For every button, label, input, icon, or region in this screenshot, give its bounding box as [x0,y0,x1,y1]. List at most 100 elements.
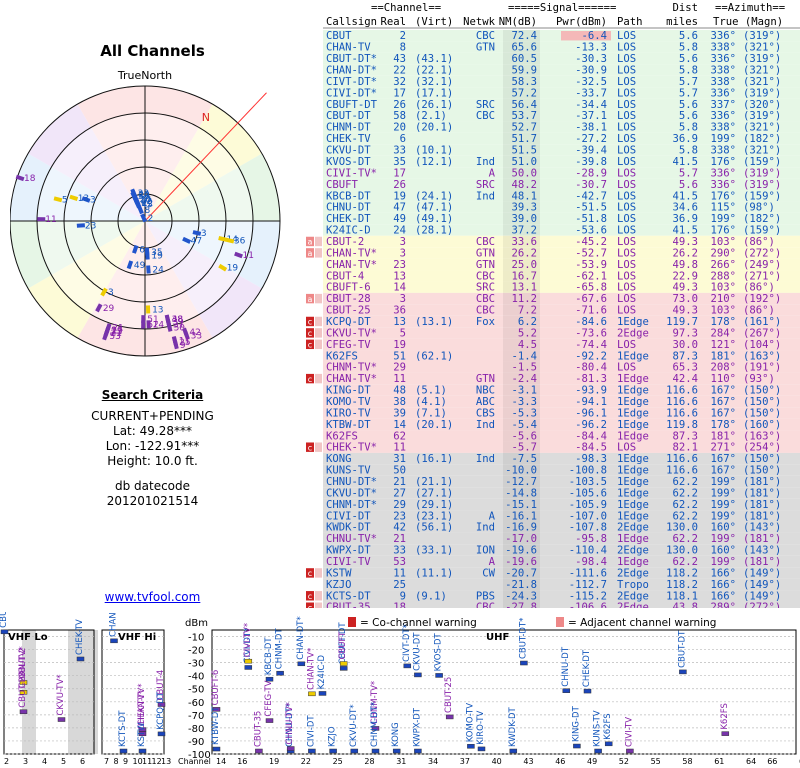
tvfool-link[interactable]: www.tvfool.com [0,590,305,604]
table-row[interactable]: CIVT-DT* 32 (32.1) 58.3 -32.5 LOS 5.7 338° (321°… [323,75,800,88]
table-row[interactable]: KZJO 25 -21.8 -112.7 Tropo 118.2 166° (149°) [323,578,800,591]
cell-pwr: -81.3 [575,373,607,385]
cell-virt: (4.1) [415,396,447,408]
warning-letter: c [308,603,312,608]
table-row[interactable]: c KCTS-DT 9 (9.1) PBS -24.3 -115.2 2Edge 118.1 16… [306,590,800,602]
table-row[interactable]: CIVI-TV 53 A -19.6 -98.4 1Edge 62.2 199° (181°) [323,555,800,568]
table-row[interactable]: CIVI-DT* 17 (17.1) 57.2 -33.7 LOS 5.7 336° (319°… [323,87,800,99]
table-row[interactable]: CHAN-TV* 23 GTN 25.0 -53.9 LOS 49.8 266° (249°) [323,258,800,271]
table-row[interactable]: KUNS-TV 50 -10.0 -100.8 1Edge 116.6 167° (150°) [323,464,800,477]
legend-cochannel-text: = Co-channel warning [360,617,477,629]
table-row[interactable]: CHAN-DT* 22 (22.1) 59.9 -30.9 LOS 5.8 338° (321°… [323,64,800,77]
cell-path: 2Edge [617,567,649,579]
cell-real: 22 [393,65,406,77]
table-row[interactable]: c CFEG-TV 19 4.5 -74.4 LOS 30.0 121° (104°) [306,338,800,351]
cell-azimuth-true: 115° [710,202,736,214]
table-row[interactable]: a CBUT-28 3 CBC 11.2 -67.6 LOS 73.0 210° (192°) [306,292,800,305]
table-row[interactable]: CKVU-DT 33 (10.1) 51.5 -39.4 LOS 5.8 338° (321°) [323,144,800,157]
cell-path: LOS [617,282,636,294]
table-row[interactable]: CIVI-TV* 17 A 50.0 -28.9 LOS 5.7 336° (319°) [323,167,800,179]
cell-nm: -5.3 [511,407,537,419]
cell-virt: (21.1) [415,476,453,488]
col-pwr: Pwr(dBm) [556,16,607,28]
cell-callsign: CHEK-DT [326,213,371,225]
table-row[interactable]: KOMO-TV 38 (4.1) ABC -3.3 -94.1 1Edge 116.6 167°… [323,395,800,408]
cell-real: 13 [393,316,406,328]
cell-pwr: -39.8 [575,156,607,168]
table-row[interactable]: c KCPQ-DT 13 (13.1) Fox 6.2 -84.6 1Edge 119.7 178… [306,315,800,328]
cell-callsign: CKVU-DT* [326,487,377,499]
table-row[interactable]: KWDK-DT 42 (56.1) Ind -16.9 -107.8 2Edge 130.0 1… [323,521,800,534]
table-row[interactable]: KBCB-DT 19 (24.1) Ind 48.1 -42.7 LOS 41.5 176° (1… [323,190,800,202]
table-row[interactable]: KING-DT 48 (5.1) NBC -3.1 -93.9 1Edge 116.6 167°… [323,384,800,397]
cell-callsign: KSTW [326,567,352,579]
table-row[interactable]: CBUT-DT* 43 (43.1) 60.5 -30.3 LOS 5.6 336° (319°… [323,52,800,65]
cell-azimuth-magn: (150°) [743,407,781,419]
cell-callsign: CBUFT-DT [326,99,378,111]
cell-miles: 26.2 [672,247,698,259]
table-row[interactable]: K62FS 51 (62.1) -1.4 -92.2 1Edge 87.3 181° (163°… [323,350,800,362]
cell-real: 38 [393,396,406,408]
cell-pwr: -67.6 [575,293,607,305]
table-row[interactable]: KVOS-DT 35 (12.1) Ind 51.0 -39.8 LOS 41.5 176° (1… [323,155,800,168]
table-row[interactable]: c CKVU-TV* 5 5.2 -73.6 2Edge 97.3 284° (267°) [306,327,800,339]
cell-miles: 5.6 [679,53,698,65]
cell-azimuth-true: 271° [710,442,736,454]
cell-virt: (20.1) [415,122,453,134]
table-row[interactable]: KTBW-DT 14 (20.1) Ind -5.4 -96.2 1Edge 119.8 178… [323,418,800,431]
cell-netwk: GTN [476,373,495,385]
xtick-label: 49 [587,757,597,766]
cell-pwr: -71.6 [575,305,607,317]
cell-path: 2Edge [617,545,649,557]
cell-path: 2Edge [617,590,649,602]
table-row[interactable]: a CBUT-2 3 CBC 33.6 -45.2 LOS 49.3 103° (86°) [306,235,800,248]
table-row[interactable]: CHEK-DT 49 (49.1) 39.0 -51.8 LOS 36.9 199° (182°… [323,212,800,225]
table-row[interactable]: CHNM-TV* 29 -1.5 -80.4 LOS 65.3 208° (191°) [323,361,800,374]
table-row[interactable]: c CHAN-TV* 11 GTN -2.4 -81.3 1Edge 42.4 110° (93°… [306,372,800,385]
table-row[interactable]: CKVU-DT* 27 (27.1) -14.8 -105.6 1Edge 62.2 199°… [323,487,800,499]
cell-azimuth-true: 199° [710,533,736,545]
table-row[interactable]: CHAN-TV 8 GTN 65.6 -13.3 LOS 5.8 338° (321°) [323,41,800,54]
cell-azimuth-true: 160° [710,522,736,534]
table-row[interactable]: CBUFT-6 14 SRC 13.1 -65.8 LOS 49.3 103° (86°) [323,281,800,294]
table-row[interactable]: a CHAN-TV* 3 GTN 26.2 -52.7 LOS 26.2 290° (272°) [306,247,800,259]
cell-netwk: GTN [476,259,495,271]
table-row[interactable]: KONG 31 (16.1) Ind -7.5 -98.3 1Edge 116.6 167° (1… [323,452,800,465]
cell-path: 1Edge [617,430,649,442]
table-row[interactable]: K24IC-D 24 (28.1) 37.2 -53.6 LOS 41.5 176° (159°… [323,224,800,237]
table-row[interactable]: CBUT 2 CBC 72.4 -6.4 LOS 5.6 336° (319°) [323,30,800,42]
table-row[interactable]: CHNU-DT 47 (47.1) 39.3 -51.5 LOS 34.6 115° (98°) [323,201,800,214]
table-row[interactable]: CBUFT-DT 26 (26.1) SRC 56.4 -34.4 LOS 5.6 337° (3… [323,98,800,111]
table-row[interactable]: c CBUT-35 18 CBC -27.8 -106.6 2Edge 43.8 289° (27… [306,601,800,609]
spectrum-marker [403,663,412,669]
table-row[interactable]: CBUT-25 36 CBC 7.2 -71.6 LOS 49.3 103° (86°) [323,304,800,317]
table-row[interactable]: CHNU-DT* 21 (21.1) -12.7 -103.5 1Edge 62.2 199°… [323,475,800,488]
table-row[interactable]: KWPX-DT 33 (33.1) ION -19.6 -110.4 2Edge 130.0 1… [323,544,800,557]
table-row[interactable]: CBUFT 26 SRC 48.2 -30.7 LOS 5.6 336° (319°) [323,178,800,191]
table-row[interactable]: K62FS 62 -5.6 -84.4 1Edge 87.3 181° (163°) [323,430,800,442]
cell-callsign: CHEK-TV [326,133,371,145]
cell-real: 51 [393,350,406,362]
table-row[interactable]: CHNU-TV* 21 -17.0 -95.8 1Edge 62.2 199° (181°) [323,532,800,545]
xtick-label: 37 [460,757,470,766]
polar-point-label: 24 [152,265,164,275]
table-row[interactable]: KIRO-TV 39 (7.1) CBS -5.3 -96.1 1Edge 116.6 167°… [323,407,800,419]
table-row[interactable]: c KSTW 11 (11.1) CW -20.7 -111.6 2Edge 118.2 166°… [306,567,800,579]
table-row[interactable]: CBUT-4 13 CBC 16.7 -62.1 LOS 22.9 288° (271°) [323,270,800,282]
table-row[interactable]: CHEK-TV 6 51.7 -27.2 LOS 36.9 199° (182°) [323,132,800,145]
cell-pwr: -96.2 [575,419,607,431]
table-row[interactable]: CHNM-DT* 29 (29.1) -15.1 -105.9 1Edge 62.2 199°… [323,498,800,511]
cell-miles: 97.3 [672,327,698,339]
xtick-label: 8 [114,757,119,766]
cell-real: 48 [393,385,406,397]
cell-callsign: CHNM-DT* [326,499,377,511]
spectrum-marker-label: CHEK-TV [75,619,85,655]
table-row[interactable]: CIVI-DT 23 (23.1) A -16.1 -107.0 1Edge 62.2 199°… [323,510,800,522]
cell-miles: 49.3 [672,305,698,317]
cell-callsign: CKVU-DT [326,145,371,157]
table-row[interactable]: CHNM-DT 20 (20.1) 52.7 -38.1 LOS 5.8 338° (321°) [323,121,800,134]
warning-letter: c [308,318,312,327]
table-row[interactable]: CBUT-DT 58 (2.1) CBC 53.7 -37.1 LOS 5.6 336° (319… [323,110,800,122]
table-row[interactable]: c CHEK-TV* 11 -5.7 -84.5 LOS 82.1 271° (254°) [306,441,800,454]
spectrum-marker-label: K62FS [603,713,613,740]
